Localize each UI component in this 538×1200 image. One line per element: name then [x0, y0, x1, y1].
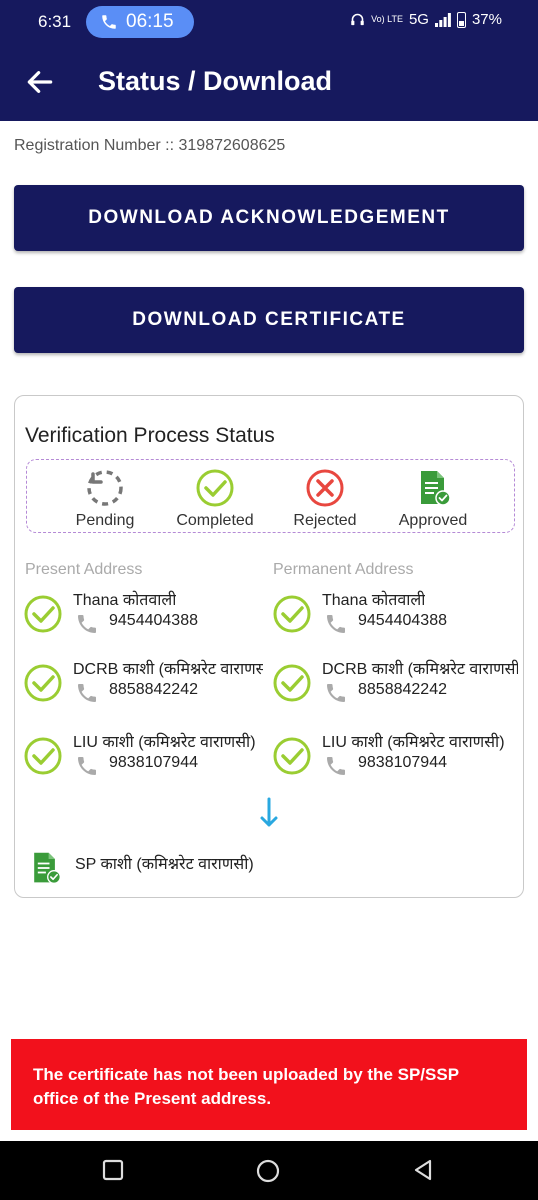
app-bar: Status / Download: [0, 44, 538, 121]
battery-level: 37%: [471, 11, 502, 28]
legend-completed: Completed: [165, 468, 265, 530]
rejected-x-icon: [306, 469, 344, 507]
registration-number: Registration Number :: 319872608625: [14, 137, 286, 154]
status-time: 6:31: [38, 12, 72, 31]
office-name: Thana कोतवाली: [73, 592, 177, 609]
error-snackbar: The certificate has not been uploaded by…: [11, 1039, 527, 1130]
present-office-thana: Thana कोतवाली 9454404388: [23, 588, 263, 638]
back-arrow-icon[interactable]: [24, 66, 56, 98]
phone-icon[interactable]: [324, 681, 348, 705]
completed-check-icon: [273, 595, 311, 633]
verification-status-card: Verification Process Status Pending Comp…: [14, 395, 524, 898]
signal-icon: [434, 12, 451, 27]
completed-check-icon: [273, 737, 311, 775]
office-phone[interactable]: 9838107944: [109, 754, 198, 772]
network-type: 5G: [408, 11, 429, 28]
office-name: LIU काशी (कमिश्नरेट वाराणसी): [73, 734, 256, 751]
legend-approved: Approved: [383, 468, 483, 530]
call-timer: 06:15: [126, 11, 174, 32]
office-name: DCRB काशी (कमिश्नरेट वाराणसी): [322, 661, 518, 678]
back-triangle-icon[interactable]: [412, 1159, 434, 1181]
headphones-icon: [351, 13, 364, 26]
permanent-address-heading: Permanent Address: [273, 561, 414, 578]
present-office-dcrb: DCRB काशी (कमिश्नरेट वाराणसी) 8858842242: [23, 657, 263, 707]
office-phone[interactable]: 9838107944: [358, 754, 447, 772]
status-legend: Pending Completed Rejected Approved: [26, 459, 515, 533]
legend-pending-label: Pending: [75, 512, 135, 529]
system-navigation-bar: [0, 1141, 538, 1200]
phone-icon[interactable]: [75, 681, 99, 705]
phone-icon[interactable]: [324, 612, 348, 636]
page-title: Status / Download: [98, 66, 333, 96]
completed-check-icon: [24, 595, 62, 633]
legend-pending: Pending: [55, 468, 155, 530]
status-icons: Vo) LTE 5G 37%: [350, 11, 502, 28]
sp-office-name: SP काशी (कमिश्नरेट वाराणसी): [75, 856, 254, 873]
office-phone[interactable]: 8858842242: [358, 681, 447, 699]
recent-apps-icon[interactable]: [102, 1159, 124, 1181]
phone-icon[interactable]: [75, 754, 99, 778]
ongoing-call-pill[interactable]: 06:15: [86, 6, 194, 38]
present-address-heading: Present Address: [25, 561, 143, 578]
office-name: LIU काशी (कमिश्नरेट वाराणसी): [322, 734, 505, 751]
battery-icon: [456, 11, 466, 28]
legend-rejected-label: Rejected: [293, 512, 357, 529]
approved-document-icon: [34, 852, 61, 884]
download-acknowledgement-button[interactable]: DOWNLOAD ACKNOWLEDGEMENT: [14, 185, 524, 251]
download-certificate-button[interactable]: DOWNLOAD CERTIFICATE: [14, 287, 524, 353]
permanent-office-dcrb: DCRB काशी (कमिश्नरेट वाराणसी) 8858842242: [272, 657, 518, 707]
approved-document-icon: [421, 471, 451, 506]
legend-rejected: Rejected: [275, 468, 375, 530]
present-office-liu: LIU काशी (कमिश्नरेट वाराणसी) 9838107944: [23, 730, 263, 780]
completed-check-icon: [196, 469, 234, 507]
phone-icon[interactable]: [324, 754, 348, 778]
volte-label: Vo) LTE: [371, 14, 403, 24]
phone-icon: [102, 15, 116, 29]
legend-approved-label: Approved: [398, 512, 468, 529]
status-bar: 6:31 06:15 Vo) LTE 5G 37%: [0, 0, 538, 44]
verification-title: Verification Process Status: [25, 424, 275, 447]
office-name: Thana कोतवाली: [322, 592, 426, 609]
completed-check-icon: [24, 737, 62, 775]
office-phone[interactable]: 9454404388: [109, 612, 198, 630]
completed-check-icon: [273, 664, 311, 702]
completed-check-icon: [24, 664, 62, 702]
arrow-down-icon: [260, 797, 278, 827]
permanent-office-liu: LIU काशी (कमिश्नरेट वाराणसी) 9838107944: [272, 730, 518, 780]
office-phone[interactable]: 9454404388: [358, 612, 447, 630]
pending-icon: [87, 470, 123, 506]
phone-icon[interactable]: [75, 612, 99, 636]
home-icon[interactable]: [256, 1159, 280, 1183]
office-phone[interactable]: 8858842242: [109, 681, 198, 699]
permanent-office-thana: Thana कोतवाली 9454404388: [272, 588, 518, 638]
legend-completed-label: Completed: [176, 512, 254, 529]
office-name: DCRB काशी (कमिश्नरेट वाराणसी): [73, 661, 263, 678]
